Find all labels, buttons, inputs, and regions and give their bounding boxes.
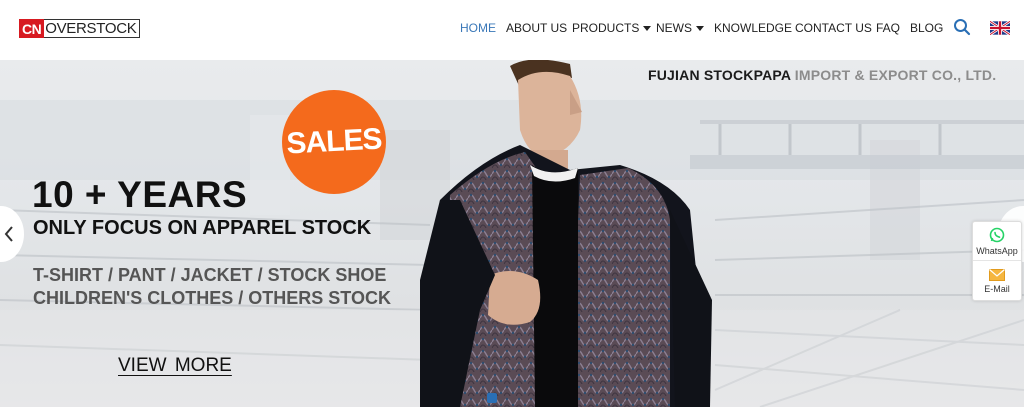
- email-button[interactable]: E-Mail: [973, 262, 1021, 301]
- whatsapp-icon: [989, 227, 1005, 242]
- nav-faq[interactable]: FAQ: [876, 19, 900, 37]
- nav-blog-label: BLOG: [910, 21, 944, 35]
- logo-text: OVERSTOCK: [44, 19, 141, 38]
- company-name-rest: IMPORT & EXPORT CO., LTD.: [790, 67, 997, 83]
- view-more-link[interactable]: VIEW MORE: [118, 355, 232, 377]
- hero-categories-line-2: CHILDREN'S CLOTHES / OTHERS STOCK: [33, 288, 391, 308]
- whatsapp-label: WhatsApp: [976, 245, 1018, 256]
- nav-home[interactable]: HOME: [460, 19, 496, 37]
- chevron-left-icon: [4, 226, 13, 242]
- hero-headline: 10 + YEARS: [32, 174, 248, 215]
- chevron-down-icon: [643, 25, 652, 31]
- nav-contact-us-label: CONTACT US: [795, 21, 872, 35]
- nav-news[interactable]: NEWS: [656, 19, 704, 37]
- hero-banner: FUJIAN STOCKPAPA IMPORT & EXPORT CO., LT…: [0, 60, 1024, 407]
- nav-products-label: PRODUCTS: [572, 21, 640, 35]
- nav-home-label: HOME: [460, 21, 496, 35]
- nav-knowledge-label: KNOWLEDGE: [714, 21, 793, 35]
- email-label: E-Mail: [984, 284, 1010, 294]
- site-logo[interactable]: CN OVERSTOCK: [19, 19, 141, 38]
- site-header: CN OVERSTOCK HOME ABOUT US PRODUCTS NEWS…: [0, 0, 1024, 60]
- hero-categories-line-1: T-SHIRT / PANT / JACKET / STOCK SHOE: [33, 265, 387, 285]
- nav-about-us-label: ABOUT US: [506, 21, 568, 35]
- sales-badge-text: SALES: [285, 122, 383, 161]
- model-jacket-image: [420, 60, 712, 407]
- nav-knowledge[interactable]: KNOWLEDGE: [714, 19, 792, 37]
- search-icon[interactable]: [953, 18, 971, 36]
- nav-contact-us[interactable]: CONTACT US: [795, 19, 872, 37]
- nav-about-us[interactable]: ABOUT US: [506, 19, 567, 37]
- chevron-down-icon: [696, 25, 704, 31]
- logo-badge: CN: [19, 19, 45, 38]
- hero-subhead: ONLY FOCUS ON APPAREL STOCK: [33, 217, 372, 239]
- nav-news-label: NEWS: [656, 21, 692, 35]
- contact-side-widget: WhatsApp E-Mail: [972, 221, 1022, 301]
- nav-faq-label: FAQ: [876, 21, 901, 35]
- nav-blog[interactable]: BLOG: [910, 19, 943, 37]
- sales-badge: SALES: [282, 90, 386, 194]
- nav-products[interactable]: PRODUCTS: [572, 19, 652, 37]
- email-icon: [989, 269, 1005, 281]
- whatsapp-button[interactable]: WhatsApp: [973, 222, 1021, 261]
- uk-flag-icon[interactable]: [990, 21, 1010, 35]
- carousel-indicator-dot[interactable]: [487, 393, 497, 403]
